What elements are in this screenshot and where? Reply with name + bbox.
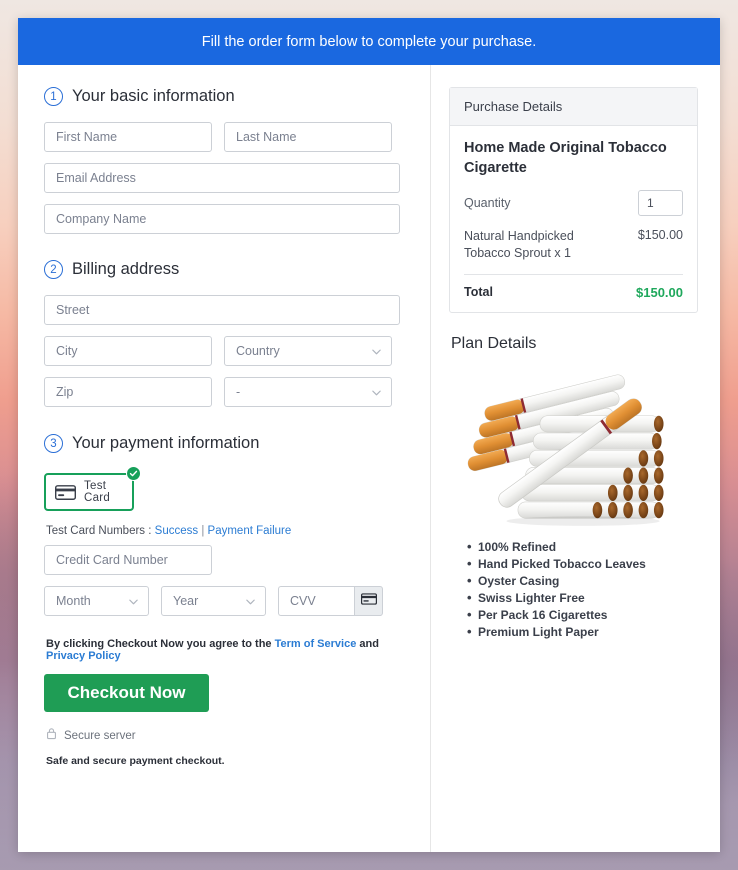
plan-details-title: Plan Details	[451, 334, 537, 352]
test-card-numbers-label: Test Card Numbers :	[46, 525, 152, 537]
step-number-badge-1: 1	[44, 87, 63, 106]
state-select-value: -	[236, 385, 241, 399]
list-item: Swiss Lighter Free	[467, 589, 698, 607]
section-heading-billing: 2 Billing address	[44, 260, 404, 279]
country-select-value: Country	[236, 344, 280, 358]
list-item: Per Pack 16 Cigarettes	[467, 606, 698, 624]
list-item: Hand Picked Tobacco Leaves	[467, 555, 698, 573]
city-country-row: City Country	[44, 336, 404, 366]
section-title-payment: Your payment information	[72, 434, 260, 452]
zip-state-row: Zip -	[44, 377, 404, 407]
zip-input[interactable]: Zip	[44, 377, 212, 407]
list-item: 100% Refined	[467, 538, 698, 556]
total-label: Total	[464, 285, 493, 300]
expiry-year-value: Year	[173, 594, 199, 608]
header-banner: Fill the order form below to complete yo…	[18, 18, 720, 65]
purchase-details-panel: Purchase Details Home Made Original Toba…	[449, 87, 698, 313]
cvv-group: CVV	[278, 586, 383, 616]
section-heading-basic: 1 Your basic information	[44, 87, 404, 106]
email-row: Email Address	[44, 163, 404, 193]
quantity-label: Quantity	[464, 196, 511, 211]
summary-column: Purchase Details Home Made Original Toba…	[430, 65, 720, 852]
expiry-month-value: Month	[56, 594, 91, 608]
purchase-details-heading: Purchase Details	[450, 88, 697, 126]
section-title-basic: Your basic information	[72, 87, 235, 105]
chevron-down-icon	[371, 346, 382, 357]
terms-of-service-link[interactable]: Term of Service	[275, 638, 357, 650]
credit-card-number-input[interactable]: Credit Card Number	[44, 545, 212, 575]
section-title-billing: Billing address	[72, 260, 180, 278]
payment-failure-test-card-link[interactable]: Payment Failure	[208, 525, 292, 537]
product-image	[449, 359, 698, 529]
secure-server-row: Secure server	[46, 727, 404, 745]
expiry-month-select[interactable]: Month	[44, 586, 149, 616]
purchase-details-body: Home Made Original Tobacco Cigarette Qua…	[450, 126, 697, 312]
cvv-input[interactable]: CVV	[278, 586, 354, 616]
success-test-card-link[interactable]: Success	[155, 525, 198, 537]
check-circle-icon	[126, 466, 141, 481]
company-name-input[interactable]: Company Name	[44, 204, 400, 234]
total-amount: $150.00	[636, 284, 683, 300]
street-input[interactable]: Street	[44, 295, 400, 325]
link-separator: |	[201, 525, 205, 537]
checkout-now-button[interactable]: Checkout Now	[44, 674, 209, 712]
street-row: Street	[44, 295, 404, 325]
credit-card-icon	[55, 484, 76, 500]
test-card-label: Test Card	[84, 480, 111, 504]
plan-feature-list: 100% Refined Hand Picked Tobacco Leaves …	[449, 538, 698, 642]
checkout-card: Fill the order form below to complete yo…	[18, 18, 720, 852]
product-name: Home Made Original Tobacco Cigarette	[464, 140, 667, 176]
company-row: Company Name	[44, 204, 404, 234]
list-item: Oyster Casing	[467, 572, 698, 590]
first-name-input[interactable]: First Name	[44, 122, 212, 152]
banner-text: Fill the order form below to complete yo…	[201, 33, 537, 50]
terms-and: and	[359, 638, 379, 650]
state-select[interactable]: -	[224, 377, 392, 407]
privacy-policy-link[interactable]: Privacy Policy	[46, 650, 121, 662]
terms-prefix: By clicking Checkout Now you agree to th…	[46, 638, 272, 650]
total-divider	[464, 273, 683, 275]
chevron-down-icon	[128, 596, 139, 607]
payment-method-tile-wrapper: Test Card	[44, 466, 141, 511]
name-row: First Name Last Name	[44, 122, 404, 152]
test-card-method-tile[interactable]: Test Card	[44, 473, 134, 511]
list-item: Premium Light Paper	[467, 623, 698, 641]
country-select[interactable]: Country	[224, 336, 392, 366]
line-item-amount: $150.00	[637, 228, 683, 243]
section-heading-payment: 3 Your payment information	[44, 434, 404, 453]
total-row: Total $150.00	[464, 285, 683, 300]
step-number-badge-3: 3	[44, 434, 63, 453]
terms-agreement-text: By clicking Checkout Now you agree to th…	[46, 638, 404, 662]
quantity-row: Quantity 1	[464, 190, 683, 217]
test-card-numbers-row: Test Card Numbers : Success | Payment Fa…	[46, 525, 404, 537]
expiry-cvv-row: Month Year CVV	[44, 586, 404, 616]
cvv-help-button[interactable]	[354, 586, 383, 616]
email-input[interactable]: Email Address	[44, 163, 400, 193]
safe-checkout-note: Safe and secure payment checkout.	[46, 755, 225, 767]
order-form-column: 1 Your basic information First Name Last…	[18, 65, 430, 852]
line-item-description: Natural Handpicked Tobacco Sprout x 1	[464, 229, 574, 260]
secure-server-label: Secure server	[64, 730, 136, 742]
step-number-badge-2: 2	[44, 260, 63, 279]
chevron-down-icon	[371, 387, 382, 398]
quantity-input[interactable]: 1	[638, 190, 683, 217]
expiry-year-select[interactable]: Year	[161, 586, 266, 616]
lock-icon	[46, 727, 57, 745]
card-number-row: Credit Card Number	[44, 545, 404, 575]
credit-card-icon	[360, 592, 377, 610]
card-columns: 1 Your basic information First Name Last…	[18, 65, 720, 852]
last-name-input[interactable]: Last Name	[224, 122, 392, 152]
chevron-down-icon	[245, 596, 256, 607]
line-item-row: Natural Handpicked Tobacco Sprout x 1 $1…	[464, 228, 683, 262]
city-input[interactable]: City	[44, 336, 212, 366]
